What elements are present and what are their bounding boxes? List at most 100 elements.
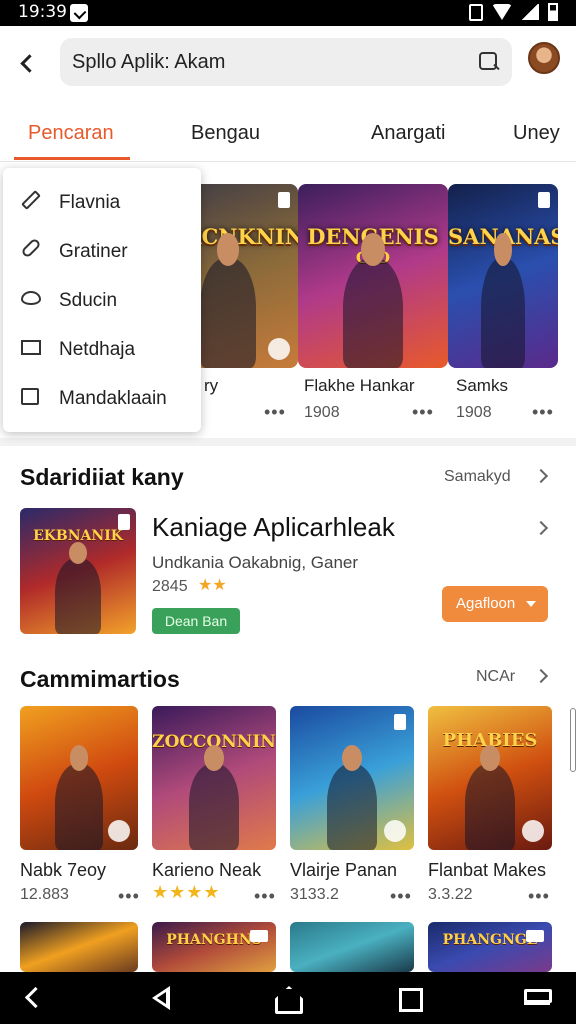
scrollbar[interactable] bbox=[570, 708, 576, 772]
dropdown-menu: Flavnia Gratiner Sducin Netdhaja Mandakl… bbox=[3, 168, 201, 432]
search-icon[interactable] bbox=[478, 51, 500, 73]
menu-item-flavnia[interactable]: Flavnia bbox=[3, 174, 201, 224]
active-tab-indicator bbox=[14, 157, 130, 160]
play-icon[interactable] bbox=[522, 820, 544, 842]
menu-item-sducin[interactable]: Sducin bbox=[3, 272, 201, 322]
status-time: 19:39 bbox=[18, 2, 67, 22]
link-icon bbox=[20, 237, 42, 259]
star-rating-icon: ★★★★ bbox=[152, 882, 221, 902]
game-card[interactable] bbox=[290, 706, 414, 850]
featured-app-rating: 2845 bbox=[152, 578, 188, 595]
more-options-icon[interactable]: ••• bbox=[412, 402, 434, 423]
more-options-icon[interactable]: ••• bbox=[118, 886, 140, 907]
game-card[interactable]: DENGENIS CIO bbox=[298, 184, 448, 368]
star-rating-icon: ★★ bbox=[198, 577, 227, 594]
more-options-icon[interactable]: ••• bbox=[254, 886, 276, 907]
search-box[interactable] bbox=[60, 38, 512, 86]
play-icon[interactable] bbox=[108, 820, 130, 842]
character-art bbox=[481, 233, 525, 368]
system-nav-bar bbox=[0, 972, 576, 1024]
chevron-down-icon bbox=[526, 601, 536, 607]
featured-app-icon[interactable]: EKBNANIK bbox=[20, 508, 136, 634]
game-card[interactable]: PHANGHNS bbox=[152, 922, 276, 972]
game-card[interactable]: SANANAS bbox=[448, 184, 558, 368]
tab-uney[interactable]: Uney bbox=[513, 122, 560, 145]
eye-icon bbox=[21, 291, 41, 305]
bookmark-icon bbox=[250, 930, 268, 942]
tab-bengau[interactable]: Bengau bbox=[191, 122, 260, 145]
wifi-icon bbox=[492, 4, 512, 20]
back-triangle-icon[interactable] bbox=[148, 984, 176, 1012]
menu-item-mandaklaain[interactable]: Mandaklaain bbox=[3, 370, 201, 420]
game-name: Nabk 7eoy bbox=[20, 860, 107, 880]
signal-icon bbox=[521, 4, 539, 20]
chevron-right-icon[interactable] bbox=[533, 468, 549, 484]
mail-icon bbox=[21, 340, 41, 355]
section-divider bbox=[0, 438, 576, 446]
character-art bbox=[327, 744, 377, 850]
game-card[interactable] bbox=[290, 922, 414, 972]
game-rating: 3133.2 bbox=[290, 886, 339, 903]
menu-item-label: Mandaklaain bbox=[59, 388, 167, 409]
tab-pencaran[interactable]: Pencaran bbox=[28, 122, 114, 145]
game-name: Flanbat Makes bbox=[428, 860, 547, 880]
avatar[interactable] bbox=[528, 42, 560, 74]
nfc-icon bbox=[469, 3, 483, 21]
back-button[interactable] bbox=[14, 48, 44, 78]
menu-item-netdhaja[interactable]: Netdhaja bbox=[3, 321, 201, 371]
section-title: Cammimartios bbox=[20, 666, 180, 692]
game-card[interactable] bbox=[20, 922, 138, 972]
section-more-link[interactable]: Samakyd bbox=[444, 468, 511, 486]
chevron-right-icon[interactable] bbox=[533, 520, 549, 536]
section-title: Sdaridiiat kany bbox=[20, 464, 184, 490]
install-button-label: Agafloon bbox=[456, 595, 516, 612]
game-card[interactable]: PHANGNGE bbox=[428, 922, 552, 972]
character-art bbox=[55, 744, 103, 850]
game-rating: 1908 bbox=[456, 404, 492, 421]
character-art bbox=[189, 744, 239, 850]
menu-icon[interactable] bbox=[522, 984, 552, 1012]
game-card[interactable]: ZOCCONNIN bbox=[152, 706, 276, 850]
game-card[interactable] bbox=[20, 706, 138, 850]
more-options-icon[interactable]: ••• bbox=[528, 886, 550, 907]
game-name: Karieno Neak bbox=[152, 860, 262, 880]
tab-anargati[interactable]: Anargati bbox=[371, 122, 446, 145]
bookmark-icon bbox=[118, 514, 130, 530]
tab-bar: Pencaran Bengau Anargati Uney bbox=[0, 102, 576, 162]
status-bar: 19:39 bbox=[0, 0, 576, 26]
play-icon[interactable] bbox=[384, 820, 406, 842]
recents-icon[interactable] bbox=[395, 984, 423, 1012]
search-header bbox=[0, 26, 576, 102]
home-icon[interactable] bbox=[272, 984, 300, 1012]
game-name: ry bbox=[204, 376, 219, 395]
bookmark-icon bbox=[526, 930, 544, 942]
more-options-icon[interactable]: ••• bbox=[532, 402, 554, 423]
bookmark-icon bbox=[394, 714, 406, 730]
chevron-right-icon[interactable] bbox=[533, 668, 549, 684]
bookmark-icon bbox=[538, 192, 550, 208]
menu-item-label: Gratiner bbox=[59, 241, 128, 262]
menu-item-label: Flavnia bbox=[59, 192, 121, 213]
box-icon bbox=[21, 388, 39, 405]
status-icons bbox=[469, 3, 558, 21]
game-rating: 12.883 bbox=[20, 886, 69, 903]
more-options-icon[interactable]: ••• bbox=[264, 402, 286, 423]
game-card[interactable]: PHABIES bbox=[428, 706, 552, 850]
play-icon[interactable] bbox=[268, 338, 290, 360]
game-rating: 3.3.22 bbox=[428, 886, 473, 903]
search-input[interactable] bbox=[72, 46, 462, 78]
menu-item-label: Sducin bbox=[59, 290, 118, 311]
bookmark-icon bbox=[278, 192, 290, 208]
more-options-icon[interactable]: ••• bbox=[390, 886, 412, 907]
battery-icon bbox=[548, 3, 558, 21]
game-name: Samks bbox=[456, 376, 508, 395]
character-art bbox=[343, 233, 403, 368]
menu-item-gratiner[interactable]: Gratiner bbox=[3, 223, 201, 273]
character-art bbox=[200, 233, 256, 368]
section-more-link[interactable]: NCAr bbox=[476, 668, 515, 686]
featured-app-name[interactable]: Kaniage Aplicarhleak bbox=[152, 512, 395, 543]
back-nav-icon[interactable] bbox=[22, 984, 50, 1012]
character-art bbox=[465, 744, 515, 850]
install-button[interactable]: Agafloon bbox=[442, 586, 548, 622]
pencil-icon bbox=[21, 190, 41, 210]
